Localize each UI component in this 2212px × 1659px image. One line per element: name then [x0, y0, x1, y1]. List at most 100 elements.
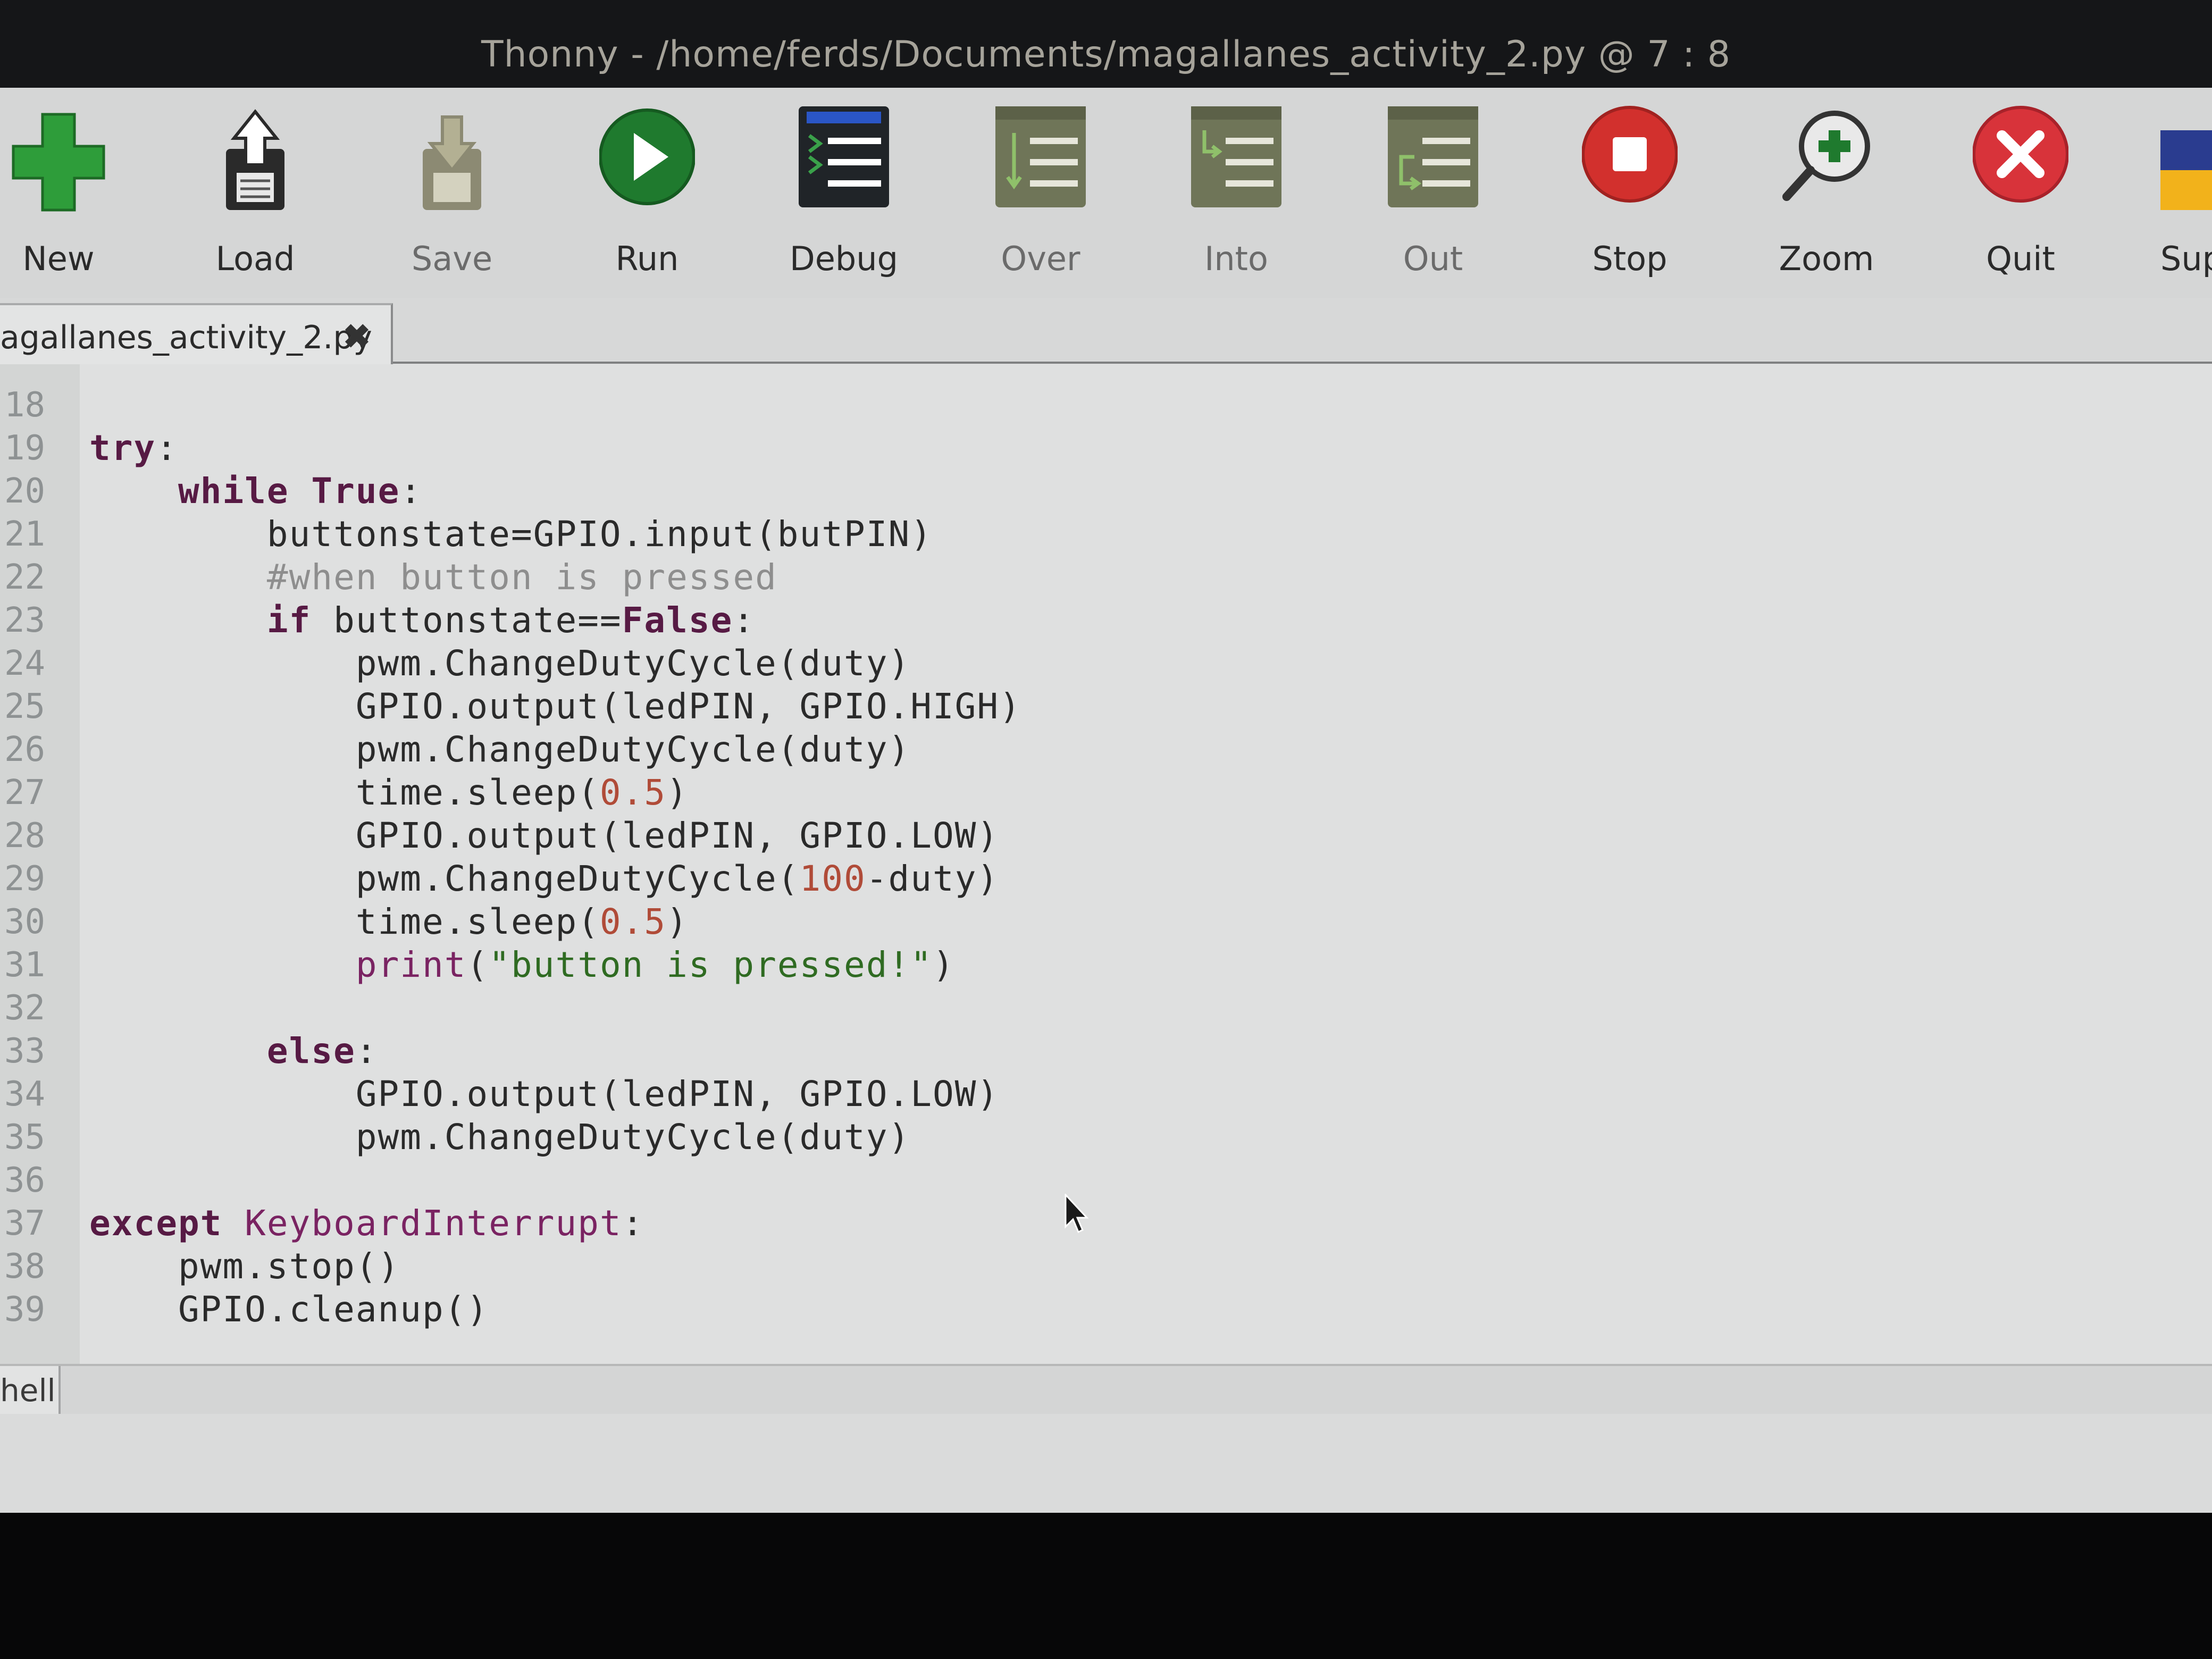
code-token: :: [400, 471, 423, 512]
load-folder-icon: [207, 104, 303, 221]
line-number: 18: [4, 386, 46, 425]
code-token: :: [156, 428, 178, 468]
line-number: 22: [4, 558, 46, 597]
code-token: pwm.ChangeDutyCycle(duty): [89, 1117, 911, 1158]
editor-tab-strip: agallanes_activity_2.py ✖: [0, 298, 2212, 366]
code-token: try: [89, 428, 156, 468]
shell-tab[interactable]: hell: [0, 1366, 61, 1414]
code-token: GPIO.output(ledPIN, GPIO.LOW): [89, 1074, 1000, 1115]
code-token: KeyboardInterrupt: [245, 1203, 622, 1244]
code-line[interactable]: GPIO.output(ledPIN, GPIO.LOW): [89, 815, 999, 856]
code-line[interactable]: print("button is pressed!"): [89, 944, 955, 985]
code-token: if: [266, 600, 312, 641]
file-tab-label: agallanes_activity_2.py: [0, 319, 372, 356]
code-token: while True: [178, 471, 400, 512]
line-number: 33: [4, 1032, 46, 1071]
run-button-label: Run: [615, 239, 679, 278]
code-token: 100: [799, 858, 866, 899]
code-line[interactable]: else:: [89, 1030, 378, 1071]
code-token: print: [355, 944, 467, 985]
code-line[interactable]: while True:: [89, 471, 422, 512]
run-play-icon: [599, 104, 695, 221]
code-editor[interactable]: 18 19 20 21 22 23 24 25 26 27 28 29 30 31 32 33 34 35 36 37…: [0, 364, 2212, 1364]
line-number: 35: [4, 1118, 46, 1157]
code-token: 0.5: [599, 772, 667, 813]
code-line[interactable]: pwm.ChangeDutyCycle(duty): [89, 643, 910, 684]
shell-panel[interactable]: [0, 1414, 2212, 1513]
quit-button[interactable]: Quit: [1954, 104, 2087, 290]
shell-tab-label: hell: [0, 1372, 56, 1409]
line-number: 25: [4, 687, 46, 726]
zoom-button[interactable]: Zoom: [1760, 104, 1893, 290]
code-line[interactable]: if buttonstate==False:: [89, 600, 755, 641]
code-line[interactable]: buttonstate=GPIO.input(butPIN): [89, 514, 933, 555]
support-button-label: Sup: [2160, 239, 2212, 278]
zoom-button-label: Zoom: [1779, 239, 1874, 278]
support-button[interactable]: Sup: [2114, 104, 2212, 290]
file-tab[interactable]: agallanes_activity_2.py ✖: [0, 303, 393, 366]
step-into-button[interactable]: Into: [1170, 104, 1303, 290]
line-number: 31: [4, 945, 46, 985]
mouse-pointer-icon: [1065, 1194, 1089, 1234]
support-icon: [2160, 104, 2212, 221]
code-token: -duty): [866, 858, 1000, 899]
step-over-icon: [993, 104, 1088, 221]
close-icon[interactable]: ✖: [343, 317, 371, 356]
code-line[interactable]: pwm.ChangeDutyCycle(100-duty): [89, 858, 999, 899]
code-line[interactable]: GPIO.output(ledPIN, GPIO.HIGH): [89, 686, 1021, 727]
line-number: 29: [4, 859, 46, 899]
code-line[interactable]: time.sleep(0.5): [89, 901, 689, 942]
code-line[interactable]: pwm.ChangeDutyCycle(duty): [89, 1117, 910, 1158]
toolbar: New Load Save Run Debug Over Into Out St…: [0, 88, 2212, 298]
code-line[interactable]: pwm.stop(): [89, 1246, 400, 1287]
run-button[interactable]: Run: [581, 104, 714, 290]
code-token: except: [89, 1203, 223, 1244]
step-over-button[interactable]: Over: [974, 104, 1107, 290]
title-bar: Thonny - /home/ferds/Documents/magallane…: [0, 0, 2212, 88]
line-number: 24: [4, 644, 46, 683]
code-token: :: [622, 1203, 644, 1244]
code-line[interactable]: except KeyboardInterrupt:: [89, 1203, 644, 1244]
monitor-bezel: [0, 1513, 2212, 1659]
code-token: :: [355, 1030, 378, 1071]
save-button[interactable]: Save: [386, 104, 518, 290]
code-line[interactable]: try:: [89, 428, 178, 468]
debug-button[interactable]: Debug: [777, 104, 910, 290]
stop-button[interactable]: Stop: [1563, 104, 1696, 290]
step-into-icon: [1188, 104, 1284, 221]
save-icon: [404, 104, 500, 221]
code-token: GPIO.cleanup(): [89, 1289, 489, 1330]
code-line[interactable]: pwm.ChangeDutyCycle(duty): [89, 729, 910, 770]
line-number: 32: [4, 988, 46, 1028]
code-token: buttonstate=GPIO.input(butPIN): [89, 514, 933, 555]
code-line[interactable]: GPIO.output(ledPIN, GPIO.LOW): [89, 1074, 999, 1115]
code-token: else: [266, 1030, 356, 1071]
code-token: ): [932, 944, 955, 985]
code-token: 0.5: [599, 901, 667, 942]
code-line[interactable]: #when button is pressed: [89, 557, 777, 598]
step-into-button-label: Into: [1204, 239, 1268, 278]
load-button-label: Load: [215, 239, 295, 278]
line-number: 26: [4, 730, 46, 769]
code-line[interactable]: GPIO.cleanup(): [89, 1289, 489, 1330]
load-button[interactable]: Load: [189, 104, 322, 290]
quit-icon: [1973, 104, 2068, 221]
step-out-button[interactable]: Out: [1367, 104, 1499, 290]
code-token: (: [466, 944, 489, 985]
code-token: False: [622, 600, 733, 641]
line-number: 23: [4, 601, 46, 640]
new-button[interactable]: New: [0, 104, 125, 290]
code-token: GPIO.output(ledPIN, GPIO.LOW): [89, 815, 1000, 856]
zoom-icon: [1779, 104, 1874, 221]
code-token: "button is pressed!": [489, 944, 933, 985]
code-line[interactable]: time.sleep(0.5): [89, 772, 689, 813]
code-token: pwm.stop(): [89, 1246, 400, 1287]
code-token: :: [733, 600, 756, 641]
line-number: 38: [4, 1247, 46, 1286]
line-number: 28: [4, 816, 46, 856]
